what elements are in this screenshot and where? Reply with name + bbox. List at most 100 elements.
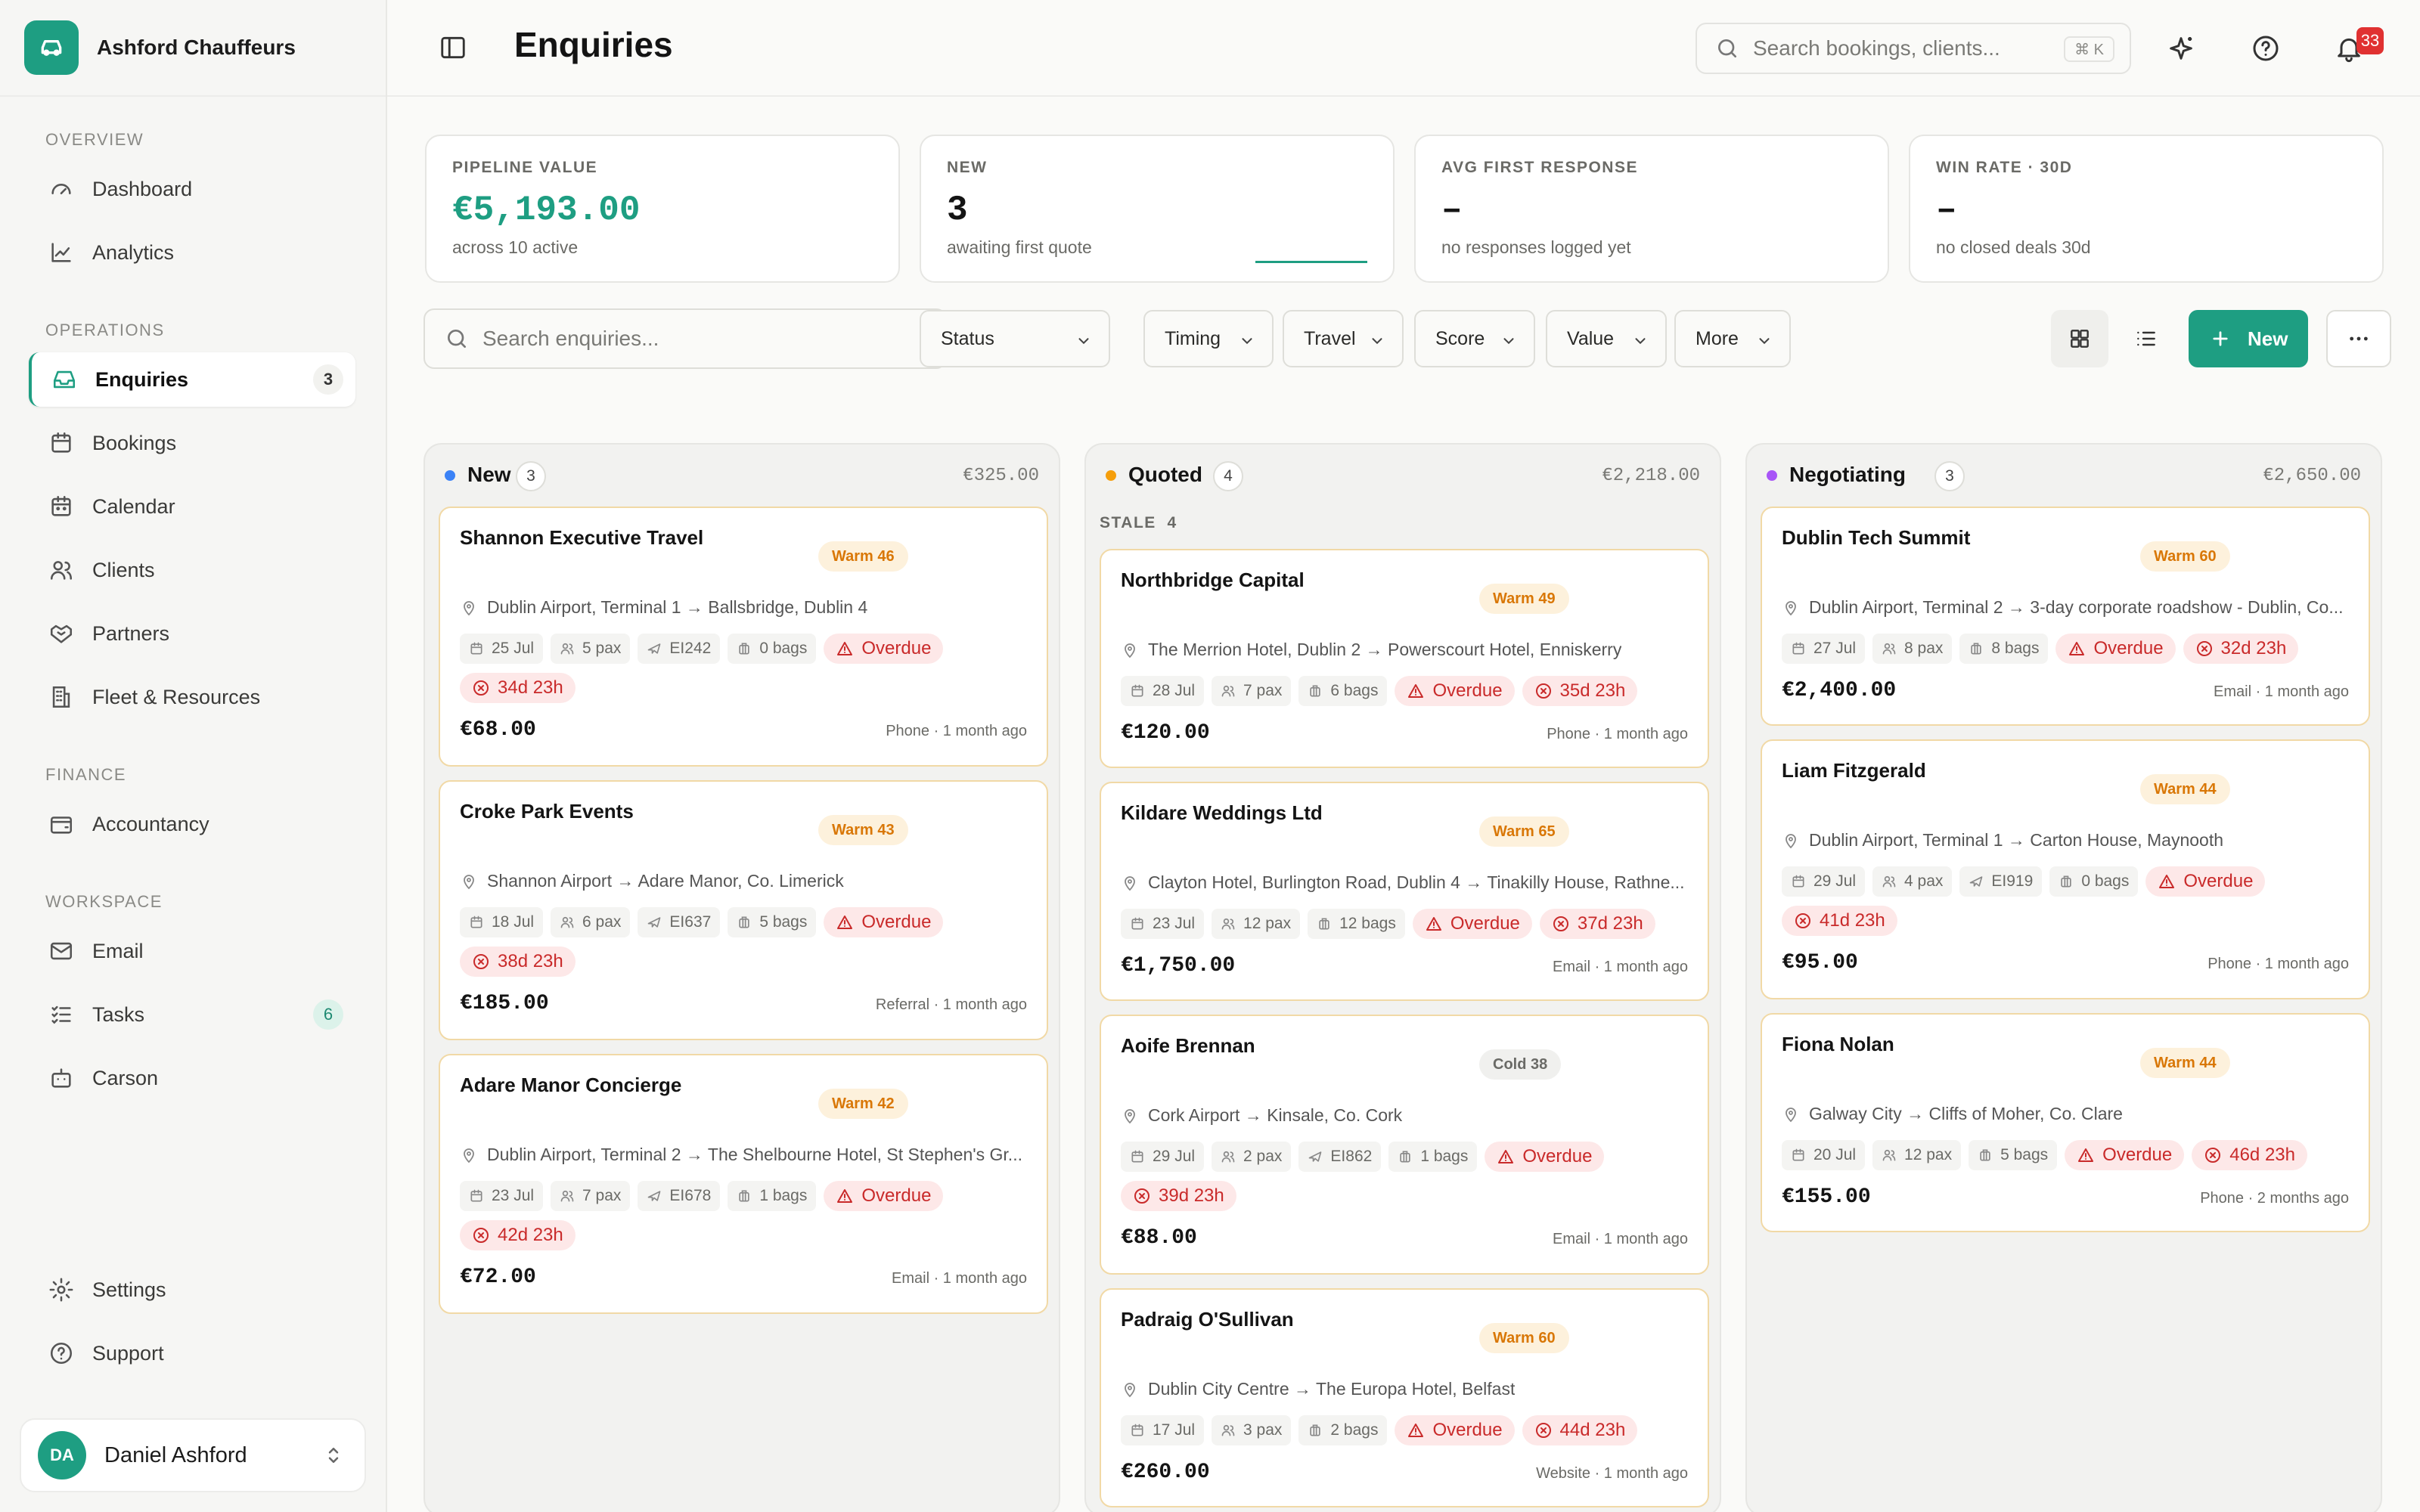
client-name: Croke Park Events: [460, 800, 634, 823]
list-view-button[interactable]: [2118, 310, 2175, 367]
route-text: Dublin Airport, Terminal 1 → Ballsbridge…: [487, 597, 868, 617]
luggage-icon: [1310, 1424, 1321, 1436]
enquiry-card[interactable]: Dublin Tech Summit Warm 60 Dublin Airport,…: [1761, 507, 2370, 726]
route-text: Clayton Hotel, Burlington Road, Dublin 4…: [1148, 872, 1685, 892]
filter-more[interactable]: More: [1674, 310, 1791, 367]
sidebar-item-tasks[interactable]: Tasks 6: [29, 987, 355, 1042]
sidebar-item-accountancy[interactable]: Accountancy: [29, 797, 355, 851]
chevron-down-icon: [1759, 338, 1770, 345]
users-icon: [1882, 643, 1896, 655]
enquiry-card[interactable]: Fiona Nolan Warm 44 Galway City → Cliffs o…: [1761, 1013, 2370, 1232]
source-meta: Phone · 2 months ago: [2200, 1190, 2349, 1207]
enquiry-card[interactable]: Northbridge Capital Warm 49 The Merrion Ho…: [1100, 549, 1709, 768]
calendar-icon: [1131, 917, 1143, 930]
source-meta: Website · 1 month ago: [1536, 1465, 1688, 1482]
filter-value[interactable]: Value: [1546, 310, 1667, 367]
more-options-button[interactable]: [2326, 310, 2391, 367]
alert-triangle-icon: [2159, 875, 2175, 888]
filter-label: Status: [941, 327, 994, 349]
column-negotiating: Negotiating 3 €2,650.00 Dublin Tech Summit W…: [1745, 443, 2382, 1512]
route: Dublin Airport, Terminal 2 → 3-day corpo…: [1782, 597, 2356, 618]
enquiry-card[interactable]: Aoife Brennan Cold 38 Cork Airport → Kinsa…: [1100, 1015, 1709, 1275]
filter-score[interactable]: Score: [1414, 310, 1535, 367]
chevron-down-icon: [1372, 338, 1382, 345]
enquiry-card[interactable]: Padraig O'Sullivan Warm 60 Dublin City Cen…: [1100, 1288, 1709, 1507]
user-menu[interactable]: DA Daniel Ashford: [20, 1418, 366, 1492]
pax-chip: 12 pax: [1872, 1140, 1962, 1170]
sidebar-item-settings[interactable]: Settings: [29, 1263, 355, 1317]
bags-chip: 12 bags: [1308, 909, 1405, 939]
bags-chip: 5 bags: [1969, 1140, 2058, 1170]
bags-chip: 6 bags: [1298, 676, 1388, 706]
sidebar-item-support[interactable]: Support: [29, 1326, 355, 1380]
filter-timing[interactable]: Timing: [1143, 310, 1274, 367]
help-icon[interactable]: [2251, 33, 2281, 64]
stat-avg-first-response: AVG FIRST RESPONSE – no responses logged…: [1414, 135, 1889, 283]
pax-chip: 12 pax: [1212, 909, 1301, 939]
sidebar-item-analytics[interactable]: Analytics: [29, 225, 355, 280]
new-enquiry-button[interactable]: New: [2189, 310, 2308, 367]
enquiry-card[interactable]: Shannon Executive Travel Warm 46 Dublin Ai…: [439, 507, 1048, 767]
quote-price: €72.00: [460, 1266, 536, 1289]
search-placeholder: Search enquiries...: [482, 327, 659, 350]
board-view-button[interactable]: [2051, 310, 2108, 367]
sidebar-item-bookings[interactable]: Bookings: [29, 416, 355, 470]
map-pin-icon: [464, 874, 474, 889]
sidebar-item-label: Calendar: [92, 494, 175, 518]
enquiry-card[interactable]: Kildare Weddings Ltd Warm 65 Clayton Hotel…: [1100, 782, 1709, 1001]
enquiry-card[interactable]: Liam Fitzgerald Warm 44 Dublin Airport, Te…: [1761, 739, 2370, 999]
age-badge: 38d 23h: [460, 947, 576, 977]
building-icon: [52, 686, 70, 708]
chip-text: EI862: [1330, 1148, 1373, 1165]
stat-label: WIN RATE · 30D: [1936, 159, 2073, 176]
chip-text: 39d 23h: [1159, 1185, 1224, 1206]
bot-icon: [51, 1068, 71, 1088]
filter-travel[interactable]: Travel: [1283, 310, 1404, 367]
alert-triangle-icon: [837, 642, 853, 655]
sidebar-item-carson[interactable]: Carson: [29, 1051, 355, 1105]
sidebar-item-fleet[interactable]: Fleet & Resources: [29, 670, 355, 724]
sidebar-toggle-icon[interactable]: [439, 33, 467, 62]
status-dot: [1106, 470, 1116, 481]
x-circle-icon: [1134, 1188, 1150, 1204]
sidebar-item-dashboard[interactable]: Dashboard: [29, 162, 355, 216]
enquiry-search-input[interactable]: Search enquiries...: [424, 308, 947, 369]
stat-value: €5,193.00: [452, 191, 641, 230]
overdue-badge: Overdue: [2055, 634, 2176, 664]
sidebar-item-partners[interactable]: Partners: [29, 606, 355, 661]
date-chip: 20 Jul: [1782, 1140, 1866, 1170]
column-total: €2,218.00: [1602, 466, 1700, 486]
route: The Merrion Hotel, Dublin 2 → Powerscour…: [1121, 640, 1696, 660]
sidebar-item-email[interactable]: Email: [29, 924, 355, 978]
handshake-icon: [50, 624, 73, 643]
sidebar-item-enquiries[interactable]: Enquiries 3: [29, 352, 355, 407]
avatar: DA: [38, 1431, 86, 1479]
alert-triangle-icon: [1426, 917, 1441, 931]
sidebar-item-clients[interactable]: Clients: [29, 543, 355, 597]
stat-sub: awaiting first quote: [947, 237, 1092, 257]
car-logo-icon: [24, 20, 79, 75]
date-chip: 28 Jul: [1121, 676, 1205, 706]
chip-text: 2 bags: [1330, 1421, 1379, 1439]
column-total: €325.00: [963, 466, 1039, 486]
brand[interactable]: Ashford Chauffeurs: [0, 0, 386, 97]
trip-chips: 29 Jul 2 pax EI862 1 bags Overdue 39d 23h: [1121, 1142, 1696, 1211]
chip-text: 32d 23h: [2220, 638, 2287, 658]
filter-status[interactable]: Status: [920, 310, 1110, 367]
sidebar-item-calendar[interactable]: Calendar: [29, 479, 355, 534]
enquiry-card[interactable]: Croke Park Events Warm 43 Shannon Airport …: [439, 780, 1048, 1040]
gauge-icon: [51, 184, 71, 194]
page-title: Enquiries: [514, 25, 673, 64]
section-finance: FINANCE: [45, 765, 127, 784]
x-circle-icon: [1553, 916, 1568, 931]
line-chart-icon: [51, 243, 71, 262]
enquiry-card[interactable]: Adare Manor Concierge Warm 42 Dublin Airpo…: [439, 1054, 1048, 1314]
checklist-icon: [51, 1005, 71, 1024]
global-search-input[interactable]: Search bookings, clients... ⌘ K: [1696, 23, 2131, 74]
calendar-icon: [1131, 1424, 1143, 1436]
column-header: Negotiating 3 €2,650.00: [1747, 445, 2381, 505]
chip-text: 18 Jul: [492, 913, 535, 931]
trip-chips: 17 Jul 3 pax 2 bags Overdue 44d 23h: [1121, 1415, 1696, 1445]
users-icon: [560, 1190, 574, 1202]
sparkle-icon[interactable]: [2166, 33, 2196, 64]
